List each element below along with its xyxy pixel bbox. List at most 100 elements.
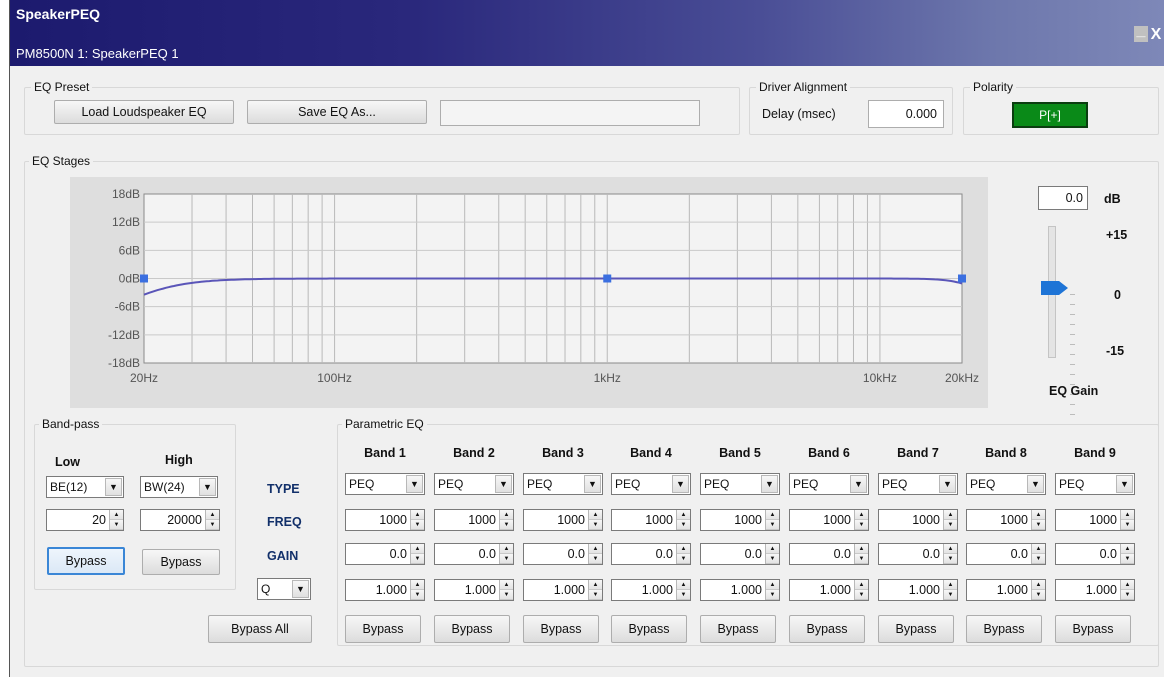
spin-up-icon[interactable]: ▲ bbox=[766, 580, 779, 590]
spin-up-icon[interactable]: ▲ bbox=[677, 510, 690, 520]
band-6-freq-spinner[interactable]: 1000 ▲ ▼ bbox=[789, 509, 869, 531]
spin-up-icon[interactable]: ▲ bbox=[766, 544, 779, 554]
band-9-gain-spinner[interactable]: 0.0 ▲ ▼ bbox=[1055, 543, 1135, 565]
polarity-toggle[interactable]: P[+] bbox=[1012, 102, 1088, 128]
band-1-type-select[interactable]: PEQ ▼ bbox=[345, 473, 425, 495]
spin-down-icon[interactable]: ▼ bbox=[677, 520, 690, 530]
band-9-type-select[interactable]: PEQ ▼ bbox=[1055, 473, 1135, 495]
band-6-gain-spinner[interactable]: 0.0 ▲ ▼ bbox=[789, 543, 869, 565]
spin-down-icon[interactable]: ▼ bbox=[855, 590, 868, 600]
band-5-bypass-button[interactable]: Bypass bbox=[700, 615, 776, 643]
band-6-type-select[interactable]: PEQ ▼ bbox=[789, 473, 869, 495]
spin-down-icon[interactable]: ▼ bbox=[206, 520, 219, 530]
band-3-freq-spinner[interactable]: 1000 ▲ ▼ bbox=[523, 509, 603, 531]
band-5-gain-spinner[interactable]: 0.0 ▲ ▼ bbox=[700, 543, 780, 565]
spin-down-icon[interactable]: ▼ bbox=[944, 590, 957, 600]
spin-down-icon[interactable]: ▼ bbox=[1032, 590, 1045, 600]
band-4-type-select[interactable]: PEQ ▼ bbox=[611, 473, 691, 495]
band-5-q-spinner[interactable]: 1.000 ▲ ▼ bbox=[700, 579, 780, 601]
chevron-down-icon[interactable]: ▼ bbox=[672, 475, 689, 493]
band-9-freq-spinner[interactable]: 1000 ▲ ▼ bbox=[1055, 509, 1135, 531]
spin-up-icon[interactable]: ▲ bbox=[855, 544, 868, 554]
spin-up-icon[interactable]: ▲ bbox=[589, 580, 602, 590]
chevron-down-icon[interactable]: ▼ bbox=[850, 475, 867, 493]
band-7-freq-spinner[interactable]: 1000 ▲ ▼ bbox=[878, 509, 958, 531]
band-6-bypass-button[interactable]: Bypass bbox=[789, 615, 865, 643]
spin-up-icon[interactable]: ▲ bbox=[500, 510, 513, 520]
band-3-gain-spinner[interactable]: 0.0 ▲ ▼ bbox=[523, 543, 603, 565]
band-5-type-select[interactable]: PEQ ▼ bbox=[700, 473, 780, 495]
spin-up-icon[interactable]: ▲ bbox=[206, 510, 219, 520]
spin-down-icon[interactable]: ▼ bbox=[500, 520, 513, 530]
spin-up-icon[interactable]: ▲ bbox=[677, 544, 690, 554]
spin-down-icon[interactable]: ▼ bbox=[1032, 520, 1045, 530]
spin-down-icon[interactable]: ▼ bbox=[411, 554, 424, 564]
bandpass-high-freq-spinner[interactable]: 20000 ▲ ▼ bbox=[140, 509, 220, 531]
chevron-down-icon[interactable]: ▼ bbox=[292, 580, 309, 598]
band-2-gain-spinner[interactable]: 0.0 ▲ ▼ bbox=[434, 543, 514, 565]
band-8-type-select[interactable]: PEQ ▼ bbox=[966, 473, 1046, 495]
bandpass-low-freq-spinner[interactable]: 20 ▲ ▼ bbox=[46, 509, 124, 531]
spin-down-icon[interactable]: ▼ bbox=[855, 520, 868, 530]
spin-up-icon[interactable]: ▲ bbox=[1121, 544, 1134, 554]
spin-down-icon[interactable]: ▼ bbox=[500, 554, 513, 564]
minimize-button[interactable]: _ bbox=[1134, 23, 1148, 42]
spin-up-icon[interactable]: ▲ bbox=[766, 510, 779, 520]
band-4-bypass-button[interactable]: Bypass bbox=[611, 615, 687, 643]
chevron-down-icon[interactable]: ▼ bbox=[199, 478, 216, 496]
spin-down-icon[interactable]: ▼ bbox=[500, 590, 513, 600]
band-3-type-select[interactable]: PEQ ▼ bbox=[523, 473, 603, 495]
chevron-down-icon[interactable]: ▼ bbox=[406, 475, 423, 493]
delay-field[interactable]: 0.000 bbox=[868, 100, 944, 128]
band-6-q-spinner[interactable]: 1.000 ▲ ▼ bbox=[789, 579, 869, 601]
chevron-down-icon[interactable]: ▼ bbox=[495, 475, 512, 493]
band-7-gain-spinner[interactable]: 0.0 ▲ ▼ bbox=[878, 543, 958, 565]
band-7-type-select[interactable]: PEQ ▼ bbox=[878, 473, 958, 495]
spin-up-icon[interactable]: ▲ bbox=[944, 544, 957, 554]
spin-up-icon[interactable]: ▲ bbox=[1032, 544, 1045, 554]
band-4-gain-spinner[interactable]: 0.0 ▲ ▼ bbox=[611, 543, 691, 565]
spin-up-icon[interactable]: ▲ bbox=[855, 510, 868, 520]
spin-up-icon[interactable]: ▲ bbox=[500, 580, 513, 590]
band-7-q-spinner[interactable]: 1.000 ▲ ▼ bbox=[878, 579, 958, 601]
eq-gain-slider-thumb[interactable] bbox=[1041, 281, 1069, 295]
spin-down-icon[interactable]: ▼ bbox=[1121, 590, 1134, 600]
spin-down-icon[interactable]: ▼ bbox=[411, 520, 424, 530]
preset-name-field[interactable] bbox=[440, 100, 700, 126]
spin-down-icon[interactable]: ▼ bbox=[766, 520, 779, 530]
spin-up-icon[interactable]: ▲ bbox=[411, 510, 424, 520]
close-button[interactable]: X bbox=[1149, 26, 1163, 44]
spin-up-icon[interactable]: ▲ bbox=[1121, 580, 1134, 590]
band-4-freq-spinner[interactable]: 1000 ▲ ▼ bbox=[611, 509, 691, 531]
spin-up-icon[interactable]: ▲ bbox=[944, 510, 957, 520]
spin-up-icon[interactable]: ▲ bbox=[411, 580, 424, 590]
band-8-q-spinner[interactable]: 1.000 ▲ ▼ bbox=[966, 579, 1046, 601]
band-7-bypass-button[interactable]: Bypass bbox=[878, 615, 954, 643]
spin-up-icon[interactable]: ▲ bbox=[1032, 580, 1045, 590]
spin-down-icon[interactable]: ▼ bbox=[589, 520, 602, 530]
spin-up-icon[interactable]: ▲ bbox=[944, 580, 957, 590]
bandpass-high-bypass-button[interactable]: Bypass bbox=[142, 549, 220, 575]
spin-down-icon[interactable]: ▼ bbox=[1121, 554, 1134, 564]
save-eq-as-button[interactable]: Save EQ As... bbox=[247, 100, 427, 124]
spin-down-icon[interactable]: ▼ bbox=[110, 520, 123, 530]
band-2-bypass-button[interactable]: Bypass bbox=[434, 615, 510, 643]
eq-response-graph[interactable]: 18dB 12dB 6dB 0dB -6dB -12dB -18dB 20Hz 100Hz 1kH… bbox=[70, 177, 988, 408]
spin-down-icon[interactable]: ▼ bbox=[944, 554, 957, 564]
load-loudspeaker-eq-button[interactable]: Load Loudspeaker EQ bbox=[54, 100, 234, 124]
spin-down-icon[interactable]: ▼ bbox=[589, 590, 602, 600]
bandpass-low-bypass-button[interactable]: Bypass bbox=[47, 547, 125, 575]
chevron-down-icon[interactable]: ▼ bbox=[105, 478, 122, 496]
chevron-down-icon[interactable]: ▼ bbox=[1027, 475, 1044, 493]
chevron-down-icon[interactable]: ▼ bbox=[939, 475, 956, 493]
spin-up-icon[interactable]: ▲ bbox=[589, 544, 602, 554]
eq-gain-field[interactable]: 0.0 bbox=[1038, 186, 1088, 210]
spin-up-icon[interactable]: ▲ bbox=[500, 544, 513, 554]
band-2-type-select[interactable]: PEQ ▼ bbox=[434, 473, 514, 495]
bypass-all-button[interactable]: Bypass All bbox=[208, 615, 312, 643]
band-8-gain-spinner[interactable]: 0.0 ▲ ▼ bbox=[966, 543, 1046, 565]
spin-down-icon[interactable]: ▼ bbox=[766, 554, 779, 564]
spin-down-icon[interactable]: ▼ bbox=[855, 554, 868, 564]
band-1-freq-spinner[interactable]: 1000 ▲ ▼ bbox=[345, 509, 425, 531]
bandpass-low-type-select[interactable]: BE(12) ▼ bbox=[46, 476, 124, 498]
